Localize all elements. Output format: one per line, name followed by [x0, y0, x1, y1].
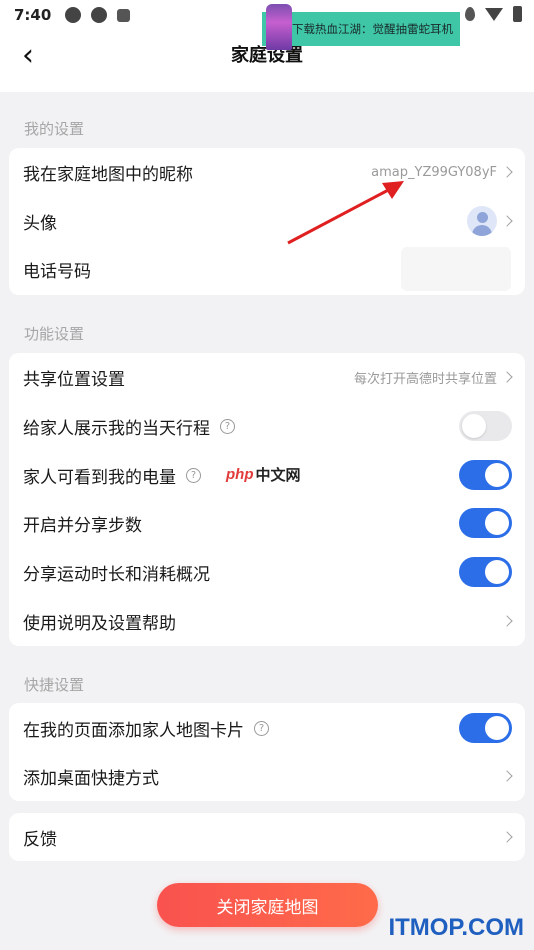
- section-label-shortcut-settings: 快捷设置: [24, 676, 85, 694]
- help-label: 使用说明及设置帮助: [23, 613, 176, 634]
- user-avatar-icon: [467, 206, 497, 236]
- sport-label: 分享运动时长和消耗概况: [23, 564, 210, 585]
- help-question-icon[interactable]: ?: [254, 720, 269, 736]
- app-notification-icon-2: [91, 7, 108, 23]
- row-phone[interactable]: 电话号码: [9, 245, 525, 293]
- chevron-right-icon: [501, 371, 513, 383]
- avatar-label: 头像: [23, 213, 57, 234]
- php-logo-text: php: [226, 466, 254, 483]
- feedback-label: 反馈: [23, 829, 57, 850]
- add-shortcut-label: 添加桌面快捷方式: [23, 768, 159, 789]
- site-watermark: ITMOP.COM: [388, 914, 524, 941]
- help-question-icon[interactable]: ?: [186, 467, 201, 483]
- ad-banner-text: 下载热血江湖：觉醒抽雷蛇耳机: [292, 22, 453, 36]
- add-card-toggle[interactable]: [459, 713, 512, 743]
- card-my-settings: 我在家庭地图中的昵称 amap_YZ99GY08yF 头像 电话号码: [9, 148, 525, 295]
- section-label-function-settings: 功能设置: [24, 325, 85, 343]
- row-steps: 开启并分享步数: [9, 499, 525, 547]
- steps-label: 开启并分享步数: [23, 515, 142, 536]
- row-share-location[interactable]: 共享位置设置 每次打开高德时共享位置: [9, 353, 525, 401]
- help-question-icon[interactable]: ?: [220, 418, 235, 434]
- battery-icon: [513, 6, 522, 22]
- sport-toggle[interactable]: [459, 557, 512, 587]
- chevron-right-icon: [501, 770, 513, 782]
- annotation-arrow: [287, 181, 404, 245]
- row-feedback[interactable]: 反馈: [9, 813, 525, 861]
- row-add-shortcut[interactable]: 添加桌面快捷方式: [9, 752, 525, 800]
- location-icon: [465, 7, 475, 21]
- app-notification-icon: [65, 7, 82, 23]
- status-time: 7:40: [14, 6, 52, 24]
- show-trip-label: 给家人展示我的当天行程: [23, 418, 210, 439]
- row-sport: 分享运动时长和消耗概况: [9, 548, 525, 596]
- row-nickname[interactable]: 我在家庭地图中的昵称 amap_YZ99GY08yF: [9, 148, 525, 196]
- ad-banner[interactable]: 下载热血江湖：觉醒抽雷蛇耳机: [262, 4, 460, 50]
- phone-value-blurred: [401, 247, 511, 291]
- card-feedback: 反馈: [9, 813, 525, 861]
- card-function-settings: 共享位置设置 每次打开高德时共享位置 给家人展示我的当天行程 ? 家人可看到我的…: [9, 353, 525, 646]
- php-logo-cn-text: 中文网: [255, 466, 301, 484]
- row-avatar[interactable]: 头像: [9, 197, 525, 245]
- status-right-icons: [465, 6, 522, 22]
- chevron-right-icon: [501, 166, 513, 178]
- annotation-arrow-shaft: [287, 185, 395, 245]
- php-logo: php 中文网: [226, 464, 301, 485]
- row-add-card: 在我的页面添加家人地图卡片 ?: [9, 704, 525, 752]
- row-show-trip: 给家人展示我的当天行程 ?: [9, 402, 525, 450]
- row-help[interactable]: 使用说明及设置帮助: [9, 597, 525, 645]
- chevron-right-icon: [501, 215, 513, 227]
- add-card-label: 在我的页面添加家人地图卡片: [23, 720, 244, 741]
- share-location-value: 每次打开高德时共享位置: [353, 371, 497, 387]
- section-label-my-settings: 我的设置: [24, 120, 85, 138]
- show-trip-toggle[interactable]: [459, 411, 512, 441]
- game-character-icon: [266, 4, 292, 50]
- app-notification-icon-3: [117, 8, 131, 22]
- chevron-right-icon: [501, 831, 513, 843]
- close-family-map-button[interactable]: 关闭家庭地图: [157, 883, 378, 927]
- battery-label: 家人可看到我的电量: [23, 467, 176, 488]
- card-shortcut-settings: 在我的页面添加家人地图卡片 ? 添加桌面快捷方式: [9, 703, 525, 801]
- battery-toggle[interactable]: [459, 460, 512, 490]
- phone-label: 电话号码: [23, 261, 91, 282]
- nickname-label: 我在家庭地图中的昵称: [23, 164, 193, 185]
- steps-toggle[interactable]: [459, 508, 512, 538]
- chevron-right-icon: [501, 615, 513, 627]
- share-location-label: 共享位置设置: [23, 369, 125, 390]
- wifi-icon: [485, 7, 503, 21]
